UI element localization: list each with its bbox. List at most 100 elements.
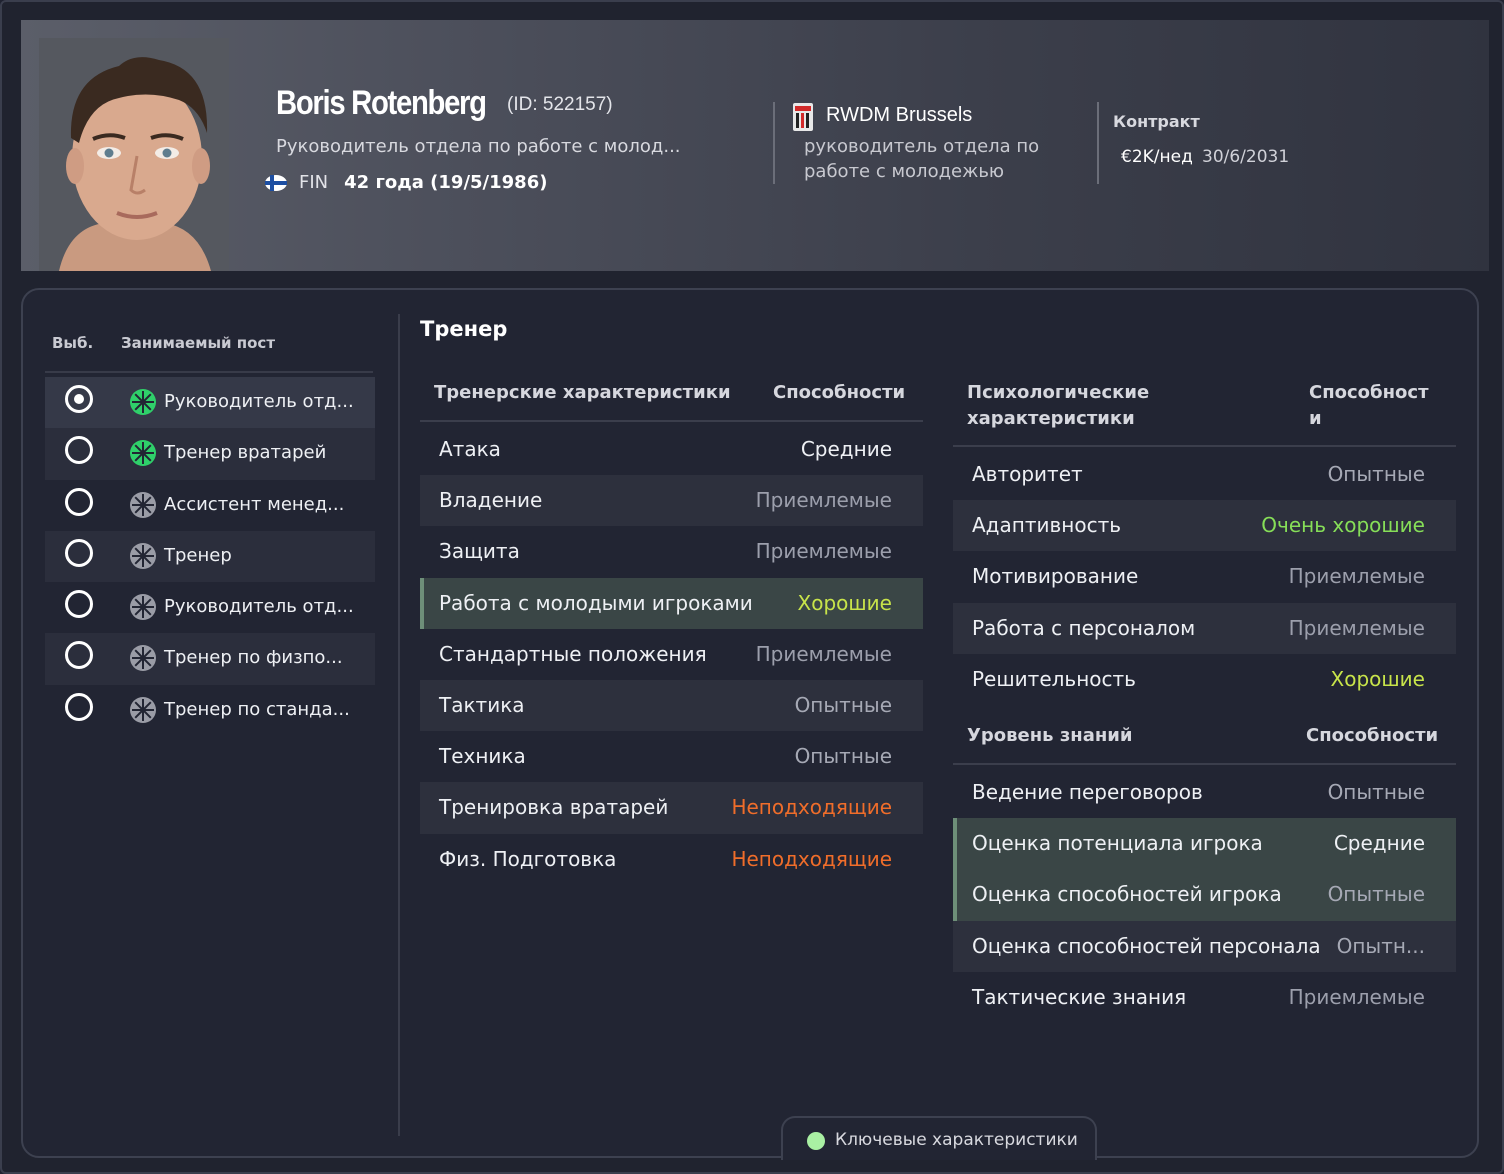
attribute-name: Работа с молодыми игроками xyxy=(439,590,753,615)
key-attributes-legend[interactable]: Ключевые характеристики xyxy=(781,1116,1097,1160)
attribute-name: Оценка потенциала игрока xyxy=(972,831,1263,856)
nationality-row: FIN 42 года (19/5/1986) xyxy=(265,172,547,193)
attribute-rating: Приемлемые xyxy=(1288,984,1425,1009)
attribute-name: Тактические знания xyxy=(972,984,1187,1009)
attribute-rating: Приемлемые xyxy=(755,488,892,513)
attribute-name: Защита xyxy=(439,539,520,564)
attribute-name: Стандартные положения xyxy=(439,641,707,666)
column-divider xyxy=(398,314,400,1136)
attribute-row[interactable]: Оценка способностей игрока Опытные xyxy=(953,869,1456,921)
position-wheel-icon xyxy=(129,696,157,724)
attribute-rating: Опытные xyxy=(794,692,892,717)
attribute-rating: Средние xyxy=(1333,831,1425,856)
attribute-name: Тактика xyxy=(439,692,525,717)
attribute-row[interactable]: Работа с персоналом Приемлемые xyxy=(953,602,1456,654)
radio-button-icon[interactable] xyxy=(65,487,93,516)
position-wheel-icon xyxy=(129,439,157,467)
position-row[interactable]: Руководитель отд... xyxy=(45,582,375,633)
radio-button-icon[interactable] xyxy=(65,692,93,721)
position-row[interactable]: Тренер по станда... xyxy=(45,685,375,736)
attribute-row[interactable]: Ведение переговоров Опытные xyxy=(953,767,1456,818)
position-label: Руководитель отд... xyxy=(164,391,354,412)
attribute-name: Атака xyxy=(439,437,501,461)
attribute-rating: Опытн... xyxy=(1336,933,1425,958)
attribute-name: Оценка способностей игрока xyxy=(972,882,1282,907)
knowledge-header-name[interactable]: Уровень знаний xyxy=(967,723,1133,749)
contract-wage: €2K/нед xyxy=(1121,147,1193,167)
staff-photo xyxy=(39,38,229,271)
radio-button-icon[interactable] xyxy=(65,590,93,619)
post-column-header[interactable]: Занимаемый пост xyxy=(121,334,275,352)
attribute-rating: Хорошие xyxy=(797,590,892,615)
attribute-rating: Хорошие xyxy=(1330,666,1425,691)
attribute-row[interactable]: Атака Средние xyxy=(420,424,923,475)
position-row[interactable]: Тренер вратарей xyxy=(45,428,375,480)
radio-button-icon[interactable] xyxy=(65,641,93,670)
attribute-row[interactable]: Адаптивность Очень хорошие xyxy=(953,500,1456,552)
section-title: Тренер xyxy=(420,317,508,341)
position-row[interactable]: Тренер xyxy=(45,530,375,583)
position-label: Руководитель отд... xyxy=(164,596,354,618)
staff-id: (ID: 522157) xyxy=(507,94,613,115)
attribute-row[interactable]: Владение Приемлемые xyxy=(420,475,923,527)
attribute-row[interactable]: Мотивирование Приемлемые xyxy=(953,551,1456,602)
attribute-row[interactable]: Работа с молодыми игроками Хорошие xyxy=(420,577,923,629)
finland-flag-icon xyxy=(265,174,287,191)
position-row[interactable]: Ассистент менед... xyxy=(45,480,375,531)
attribute-rating: Средние xyxy=(800,437,892,461)
positions-list: Руководитель отд... Тренер вратарей Ассист… xyxy=(45,377,375,736)
profile-header: Boris Rotenberg (ID: 522157) Руководител… xyxy=(21,20,1489,271)
attribute-row[interactable]: Оценка потенциала игрока Средние xyxy=(953,818,1456,870)
attribute-row[interactable]: Тренировка вратарей Неподходящие xyxy=(420,782,923,834)
mental-header-divider xyxy=(953,445,1456,447)
position-row[interactable]: Руководитель отд... xyxy=(45,377,375,429)
attribute-rating: Очень хорошие xyxy=(1261,513,1425,538)
attribute-row[interactable]: Тактика Опытные xyxy=(420,679,923,732)
attribute-row[interactable]: Авторитет Опытные xyxy=(953,449,1456,500)
coaching-header-name[interactable]: Тренерские характеристики xyxy=(434,380,731,406)
select-column-header: Выб. xyxy=(52,334,94,352)
radio-button-icon[interactable] xyxy=(65,436,93,465)
attribute-row[interactable]: Защита Приемлемые xyxy=(420,526,923,577)
attribute-name: Физ. Подготовка xyxy=(439,846,617,871)
attributes-panel: Выб. Занимаемый пост Руководитель отд...… xyxy=(21,288,1479,1160)
mental-header-value[interactable]: Способност и xyxy=(1309,380,1429,432)
knowledge-header-divider xyxy=(953,763,1456,765)
attribute-row[interactable]: Тактические знания Приемлемые xyxy=(953,972,1456,1023)
attribute-row[interactable]: Техника Опытные xyxy=(420,731,923,782)
attribute-row[interactable]: Решительность Хорошие xyxy=(953,654,1456,705)
contract-label: Контракт xyxy=(1113,112,1200,131)
attribute-rating: Приемлемые xyxy=(1288,615,1425,640)
attribute-name: Работа с персоналом xyxy=(972,615,1196,640)
attribute-name: Владение xyxy=(439,488,543,513)
attribute-row[interactable]: Стандартные положения Приемлемые xyxy=(420,629,923,680)
attribute-row[interactable]: Физ. Подготовка Неподходящие xyxy=(420,834,923,885)
position-label: Ассистент менед... xyxy=(164,493,345,515)
position-wheel-icon xyxy=(129,644,157,672)
staff-name: Boris Rotenberg xyxy=(276,84,487,122)
position-wheel-icon xyxy=(129,388,157,416)
attribute-name: Адаптивность xyxy=(972,513,1122,538)
nationality-code[interactable]: FIN xyxy=(299,172,328,193)
mental-header-name[interactable]: Психологические характеристики xyxy=(967,380,1149,432)
coaching-attributes-list: Атака Средние Владение Приемлемые Защита Прие… xyxy=(420,424,923,885)
key-attributes-label: Ключевые характеристики xyxy=(835,1130,1078,1150)
attribute-rating: Опытные xyxy=(1327,780,1425,804)
club-crest-icon xyxy=(793,103,813,131)
position-label: Тренер вратарей xyxy=(164,442,327,464)
position-wheel-icon xyxy=(129,542,157,570)
mental-header-value-line: и xyxy=(1309,408,1322,429)
contract-expiry: 30/6/2031 xyxy=(1202,147,1290,167)
radio-button-icon[interactable] xyxy=(65,538,93,567)
attribute-row[interactable]: Оценка способностей персонала Опытн... xyxy=(953,920,1456,972)
radio-button-icon[interactable] xyxy=(65,385,93,413)
knowledge-header-value[interactable]: Способности xyxy=(1306,723,1438,749)
staff-role: Руководитель отдела по работе с молод... xyxy=(276,136,681,157)
attribute-name: Тренировка вратарей xyxy=(439,795,669,820)
position-row[interactable]: Тренер по физпо... xyxy=(45,633,375,685)
attribute-rating: Неподходящие xyxy=(731,795,892,820)
coaching-header-value[interactable]: Способности xyxy=(773,380,905,406)
position-label: Тренер xyxy=(164,544,232,566)
club-name[interactable]: RWDM Brussels xyxy=(826,104,972,127)
age-label: 42 года (19/5/1986) xyxy=(344,172,548,193)
